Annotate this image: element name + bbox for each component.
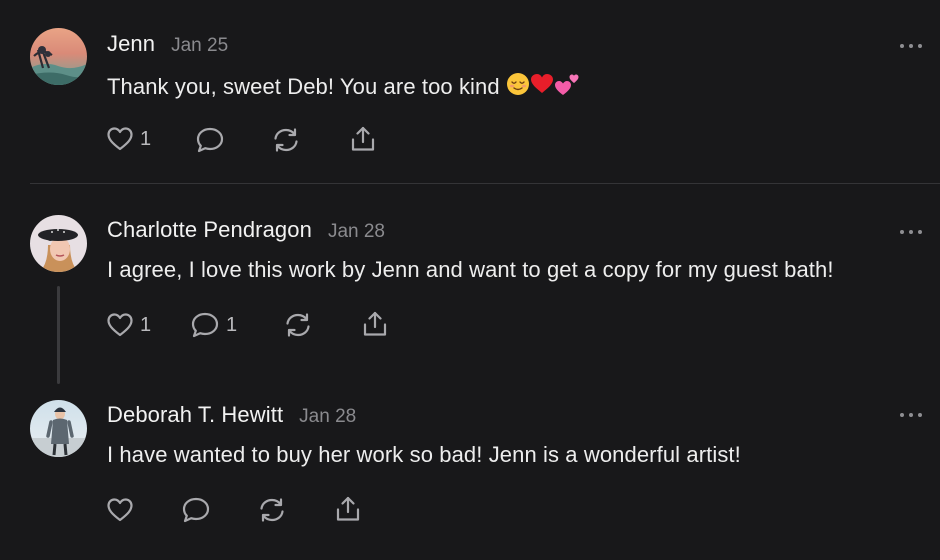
comment-body: Thank you, sweet Deb! You are too kind: [107, 71, 582, 103]
heart-icon: [107, 127, 133, 151]
reply-button[interactable]: 1: [190, 311, 237, 339]
comment-body: I agree, I love this work by Jenn and wa…: [107, 257, 834, 283]
comment-date[interactable]: Jan 25: [171, 35, 228, 57]
heart-icon: [107, 313, 133, 337]
like-count: 1: [140, 313, 152, 336]
restack-button[interactable]: [272, 126, 300, 154]
share-button[interactable]: [361, 310, 389, 338]
reply-button[interactable]: [195, 126, 231, 154]
two-hearts-emoji: [554, 74, 579, 95]
heart-icon: [107, 498, 133, 522]
more-icon: [900, 413, 904, 417]
comment-text: I agree, I love this work by Jenn and wa…: [107, 257, 834, 282]
restack-icon: [274, 128, 298, 152]
comment-text: I have wanted to buy her work so bad! Je…: [107, 442, 741, 467]
share-icon: [351, 126, 375, 151]
reply-button[interactable]: [181, 496, 217, 524]
avatar[interactable]: [30, 400, 87, 457]
like-button[interactable]: 1: [106, 126, 151, 152]
avatar[interactable]: [30, 215, 87, 272]
avatar[interactable]: [30, 28, 87, 85]
comment-header: Charlotte Pendragon Jan 28: [107, 217, 385, 247]
comment-header: Deborah T. Hewitt Jan 28: [107, 402, 356, 432]
share-button[interactable]: [334, 495, 362, 523]
reply-count: 1: [226, 313, 238, 336]
comment-icon: [182, 497, 210, 523]
restack-button[interactable]: [284, 311, 312, 339]
like-count: 1: [140, 127, 152, 150]
share-button[interactable]: [349, 125, 377, 153]
thread-line: [57, 286, 60, 384]
more-options-button[interactable]: [900, 42, 922, 50]
author-name[interactable]: Deborah T. Hewitt: [107, 402, 283, 428]
comment-header: Jenn Jan 25: [107, 31, 228, 61]
more-icon: [900, 230, 904, 234]
like-button[interactable]: [106, 497, 140, 523]
like-button[interactable]: 1: [106, 312, 151, 338]
share-icon: [336, 496, 360, 521]
more-options-button[interactable]: [900, 411, 922, 419]
comment-icon: [196, 127, 224, 153]
more-options-button[interactable]: [900, 228, 922, 236]
comment-deborah: Deborah T. Hewitt Jan 28 I have wanted t…: [0, 380, 940, 560]
red-heart-emoji: [530, 74, 553, 93]
author-name[interactable]: Charlotte Pendragon: [107, 217, 312, 243]
comment-jenn: Jenn Jan 25 Thank you, sweet Deb! You ar…: [0, 0, 940, 183]
restack-icon: [286, 313, 310, 337]
comment-date[interactable]: Jan 28: [328, 221, 385, 243]
comment-date[interactable]: Jan 28: [299, 406, 356, 428]
relieved-face-emoji: [506, 73, 529, 95]
restack-button[interactable]: [258, 496, 286, 524]
author-name[interactable]: Jenn: [107, 31, 155, 57]
comment-icon: [191, 312, 219, 338]
comment-text: Thank you, sweet Deb! You are too kind: [107, 74, 500, 99]
comment-body: I have wanted to buy her work so bad! Je…: [107, 442, 741, 468]
emoji-group: [506, 71, 582, 103]
share-icon: [363, 311, 387, 336]
comment-charlotte: Charlotte Pendragon Jan 28 I agree, I lo…: [0, 184, 940, 384]
more-icon: [900, 44, 904, 48]
restack-icon: [260, 498, 284, 522]
